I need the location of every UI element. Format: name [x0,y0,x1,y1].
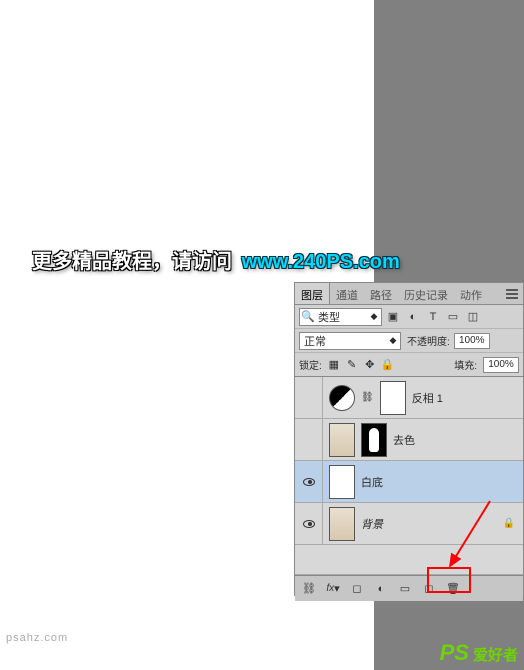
eye-icon [303,478,315,486]
watermark-logo: PS 爱好者 [440,640,518,666]
opacity-value[interactable]: 100% [454,333,490,349]
lock-row: 锁定: ▦ ✎ ✥ 🔒 填充: 100% [295,353,523,377]
link-icon: ⛓ [361,392,374,403]
filter-adjustment-icon[interactable]: ◐ [404,308,422,326]
new-group-icon[interactable]: ▭ [395,580,415,598]
filter-shape-icon[interactable]: ▭ [444,308,462,326]
layer-thumb [329,507,355,541]
visibility-toggle[interactable] [295,461,323,502]
panel-menu-icon[interactable] [501,283,523,304]
new-adjustment-icon[interactable]: ◐ [371,580,391,598]
fill-label: 填充: [454,357,477,372]
layer-list: ⛓ 反相 1 去色 白底 背景 🔒 [295,377,523,545]
mask-thumb [380,381,406,415]
watermark-url: psahz.com [6,632,68,644]
layer-empty-area [295,545,523,575]
filter-type-t-icon[interactable]: T [424,308,442,326]
layer-desaturate[interactable]: 去色 [295,419,523,461]
layers-panel: 图层 通道 路径 历史记录 动作 🔍 类型 ◆ ▣ ◐ T ▭ ◫ 正常 ◆ 不… [294,282,524,596]
layer-name: 去色 [393,432,415,448]
layer-name: 反相 1 [412,390,443,406]
layer-name: 白底 [361,474,383,490]
panel-tabs: 图层 通道 路径 历史记录 动作 [295,283,523,305]
lock-all-icon[interactable]: 🔒 [380,357,396,373]
promo-text-2: www.240PS.com [242,251,400,273]
add-mask-icon[interactable]: ◻ [347,580,367,598]
layer-background[interactable]: 背景 🔒 [295,503,523,545]
eye-icon [303,520,315,528]
adjustment-thumb [329,385,355,411]
watermark-cn: 爱好者 [473,644,518,665]
callout-highlight [427,567,471,593]
promo-text-1: 更多精品教程，请访问 [32,251,232,273]
lock-transparent-icon[interactable]: ▦ [326,357,342,373]
link-layers-icon[interactable]: ⛓ [299,580,319,598]
filter-type-select[interactable]: 🔍 类型 ◆ [299,308,382,326]
search-icon: 🔍 [300,310,316,323]
filter-pixel-icon[interactable]: ▣ [384,308,402,326]
blend-mode-label: 正常 [300,333,386,349]
visibility-toggle[interactable] [295,503,323,544]
panel-footer: ⛓ fx▾ ◻ ◐ ▭ ◻ 🗑 [295,575,523,601]
visibility-toggle[interactable] [295,377,323,418]
watermark-ps: PS [440,640,469,666]
filter-smart-icon[interactable]: ◫ [464,308,482,326]
chevron-down-icon: ◆ [386,335,400,346]
tab-actions[interactable]: 动作 [454,283,488,304]
filter-row: 🔍 类型 ◆ ▣ ◐ T ▭ ◫ [295,305,523,329]
lock-pixels-icon[interactable]: ✎ [344,357,360,373]
filter-type-label: 类型 [316,309,367,325]
chevron-down-icon: ◆ [367,311,381,322]
blend-row: 正常 ◆ 不透明度: 100% [295,329,523,353]
fill-value[interactable]: 100% [483,357,519,373]
mask-thumb [361,423,387,457]
layer-thumb [329,423,355,457]
layer-thumb [329,465,355,499]
layer-name: 背景 [361,516,383,532]
promo-text: 更多精品教程，请访问 www.240PS.com [32,245,400,274]
visibility-toggle[interactable] [295,419,323,460]
layer-invert[interactable]: ⛓ 反相 1 [295,377,523,419]
tab-paths[interactable]: 路径 [364,283,398,304]
lock-position-icon[interactable]: ✥ [362,357,378,373]
blend-mode-select[interactable]: 正常 ◆ [299,332,401,350]
tab-layers[interactable]: 图层 [295,283,330,304]
opacity-label: 不透明度: [407,333,450,348]
lock-icon: 🔒 [503,518,515,529]
layer-white-bg[interactable]: 白底 [295,461,523,503]
tab-history[interactable]: 历史记录 [398,283,454,304]
lock-label: 锁定: [299,357,322,372]
tab-channels[interactable]: 通道 [330,283,364,304]
fx-icon[interactable]: fx▾ [323,580,343,598]
lock-icons: ▦ ✎ ✥ 🔒 [326,357,396,373]
